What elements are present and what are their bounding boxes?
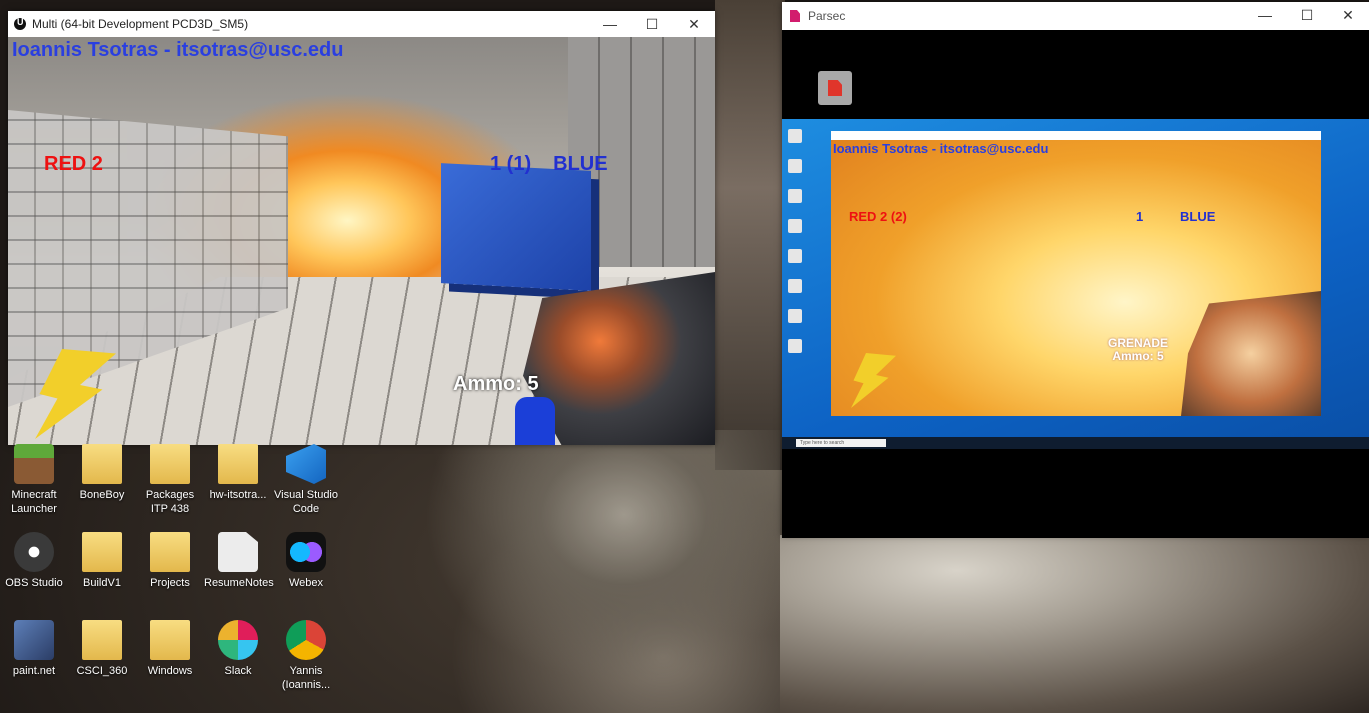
webex-icon (286, 532, 326, 572)
game-window[interactable]: Multi (64-bit Development PCD3D_SM5) — ☐… (8, 11, 715, 445)
remote-hud-player-name: Ioannis Tsotras - itsotras@usc.edu (833, 141, 1049, 156)
desktop-icon-buildv1[interactable]: BuildV1 (68, 532, 136, 590)
close-button[interactable]: ✕ (673, 11, 715, 37)
remote-desktop-icon[interactable] (788, 219, 802, 233)
remote-desktop-icon[interactable] (788, 159, 802, 173)
hud-player-name: Ioannis Tsotras - itsotras@usc.edu (12, 39, 344, 61)
paint-icon (14, 620, 54, 660)
remote-hud-red-score: RED 2 (2) (849, 209, 907, 224)
parsec-window[interactable]: Parsec — ☐ ✕ Ioannis Tsotras - itsotras@… (782, 2, 1369, 538)
folder-icon (218, 444, 258, 484)
hud-blue-score: 1 (1) BLUE (490, 153, 608, 176)
remote-hud-blue-score: 1 (1136, 209, 1144, 224)
desktop-icon-hw[interactable]: hw-itsotra... (204, 444, 272, 502)
desktop-icon-projects[interactable]: Projects (136, 532, 204, 590)
remote-desktop-icon[interactable] (788, 279, 802, 293)
desktop-icon-label: BuildV1 (83, 577, 121, 589)
vscode-icon (286, 444, 326, 484)
desktop-icon-vscode[interactable]: Visual Studio Code (272, 444, 340, 516)
desktop-icon-label: Slack (224, 665, 252, 677)
parsec-titlebar[interactable]: Parsec — ☐ ✕ (782, 2, 1369, 30)
desktop-icon-csci360[interactable]: CSCI_360 (68, 620, 136, 678)
remote-desktop-icon[interactable] (788, 249, 802, 263)
desktop-icon-label: CSCI_360 (76, 665, 128, 677)
folder-icon (150, 444, 190, 484)
desktop-icon-label: Packages ITP 438 (145, 489, 195, 515)
wallpaper-dust (780, 535, 1369, 713)
remote-desktop-icon[interactable] (788, 189, 802, 203)
desktop-icon-obs[interactable]: OBS Studio (0, 532, 68, 590)
maximize-button[interactable]: ☐ (631, 11, 673, 37)
remote-hud-ammo: Ammo: 5 (1112, 349, 1164, 363)
parsec-title: Parsec (808, 9, 846, 23)
desktop-icon-chrome-profile[interactable]: Yannis (Ioannis... (272, 620, 340, 692)
folder-icon (82, 444, 122, 484)
remote-game-titlebar[interactable] (831, 131, 1321, 140)
desktop-icon-label: hw-itsotra... (209, 489, 267, 501)
remote-desktop-icon[interactable] (788, 309, 802, 323)
wallpaper-figure (390, 430, 780, 713)
folder-icon (82, 620, 122, 660)
remote-desktop-icon[interactable] (788, 129, 802, 143)
desktop-icon-label: Windows (147, 665, 193, 677)
chrome-icon (286, 620, 326, 660)
desktop-icon-label: Webex (288, 577, 324, 589)
desktop-icon-resumenotes[interactable]: ResumeNotes (204, 532, 274, 590)
slack-icon (218, 620, 258, 660)
remote-taskbar[interactable]: Type here to search (782, 437, 1369, 449)
parsec-minimize-button[interactable]: — (1244, 2, 1286, 30)
desktop-icon-label: ResumeNotes (204, 577, 274, 589)
unreal-engine-icon (14, 17, 26, 30)
desktop-icon-label: Minecraft Launcher (11, 489, 57, 515)
remote-game-window[interactable]: Ioannis Tsotras - itsotras@usc.edu RED 2… (831, 131, 1321, 416)
desktop-icon-label: paint.net (12, 665, 56, 677)
remote-hud-blue-label: BLUE (1180, 209, 1216, 224)
game-window-titlebar[interactable]: Multi (64-bit Development PCD3D_SM5) — ☐… (8, 11, 715, 37)
folder-icon (150, 532, 190, 572)
remote-lightning-bolt-icon (851, 353, 896, 408)
desktop-icon-label: OBS Studio (5, 577, 63, 589)
remote-desktop-icon[interactable] (788, 339, 802, 353)
desktop-icon-label: BoneBoy (79, 489, 125, 501)
parsec-close-button[interactable]: ✕ (1327, 2, 1369, 30)
desktop-icon-paintnet[interactable]: paint.net (0, 620, 68, 678)
parsec-maximize-button[interactable]: ☐ (1286, 2, 1328, 30)
hud-ammo: Ammo: 5 (453, 373, 539, 395)
desktop-icon-label: Visual Studio Code (273, 489, 338, 515)
desktop-wallpaper-strip (715, 0, 785, 470)
desktop-icon-windows[interactable]: Windows (136, 620, 204, 678)
hud-red-score: RED 2 (44, 153, 103, 175)
hud-blue-count: 1 (1) (490, 153, 532, 175)
remote-desktop[interactable]: Ioannis Tsotras - itsotras@usc.edu RED 2… (782, 119, 1369, 449)
blue-cube (441, 163, 591, 291)
minimize-button[interactable]: — (589, 11, 631, 37)
desktop-icon-webex[interactable]: Webex (272, 532, 340, 590)
parsec-logo-icon[interactable] (818, 71, 852, 105)
player-hand (515, 397, 555, 445)
desktop-icon-label: Projects (150, 577, 190, 589)
parsec-icon (790, 10, 800, 22)
remote-hud-weapon: GRENADE Ammo: 5 (1108, 337, 1168, 363)
remote-taskbar-search[interactable]: Type here to search (796, 439, 886, 447)
parsec-stream-area[interactable]: Ioannis Tsotras - itsotras@usc.edu RED 2… (782, 30, 1369, 538)
desktop-icon-slack[interactable]: Slack (204, 620, 272, 678)
remote-weapon-model (1181, 291, 1321, 416)
folder-icon (82, 532, 122, 572)
desktop-icon-packages[interactable]: Packages ITP 438 (136, 444, 204, 516)
game-window-title: Multi (64-bit Development PCD3D_SM5) (32, 17, 249, 31)
desktop-icon-minecraft[interactable]: Minecraft Launcher (0, 444, 68, 516)
desktop-icon-label: Yannis (Ioannis... (281, 665, 331, 691)
desktop-icon-boneboy[interactable]: BoneBoy (68, 444, 136, 502)
folder-icon (150, 620, 190, 660)
document-icon (218, 532, 258, 572)
remote-desktop-icons (784, 121, 806, 369)
game-viewport[interactable]: Ioannis Tsotras - itsotras@usc.edu RED 2… (8, 37, 715, 445)
obs-icon (14, 532, 54, 572)
hud-blue-label: BLUE (553, 153, 608, 175)
minecraft-icon (14, 444, 54, 484)
